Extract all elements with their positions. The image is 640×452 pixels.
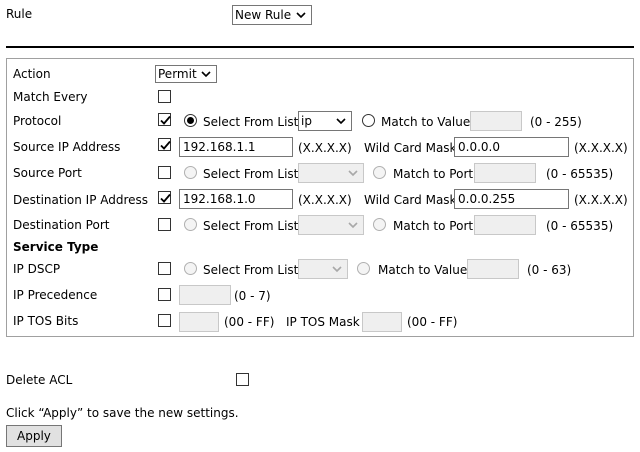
- source-port-match-to-port-label: Match to Port: [393, 167, 474, 181]
- checkmark-icon: [160, 115, 171, 125]
- chevron-down-icon: [201, 71, 211, 78]
- source-port-input[interactable]: [474, 163, 536, 183]
- source-ip-format: (X.X.X.X): [298, 141, 352, 155]
- apply-button[interactable]: Apply: [6, 425, 62, 447]
- ip-tos-mask-label: IP TOS Mask: [286, 315, 360, 329]
- chevron-down-icon: [332, 266, 342, 273]
- dest-ip-mask-format: (X.X.X.X): [574, 193, 628, 207]
- chevron-down-icon: [336, 118, 346, 125]
- protocol-checkbox[interactable]: [158, 113, 171, 126]
- ip-dscp-match-to-value-label: Match to Value: [378, 263, 468, 277]
- ip-dscp-checkbox[interactable]: [158, 262, 171, 275]
- dest-port-input[interactable]: [474, 215, 536, 235]
- ip-tos-bits-checkbox[interactable]: [158, 314, 171, 327]
- protocol-match-to-value-radio[interactable]: [362, 114, 375, 127]
- ip-tos-bits-range: (00 - FF): [224, 315, 275, 329]
- service-type-heading: Service Type: [13, 240, 99, 254]
- dest-ip-mask-label: Wild Card Mask: [364, 193, 457, 207]
- ip-tos-mask-input[interactable]: [362, 312, 402, 332]
- ip-precedence-range: (0 - 7): [234, 289, 271, 303]
- chevron-down-icon: [348, 222, 358, 229]
- protocol-list-value: ip: [301, 114, 312, 128]
- protocol-value-input[interactable]: [470, 111, 522, 131]
- action-label: Action: [13, 67, 51, 81]
- checkmark-icon: [160, 140, 171, 150]
- protocol-range: (0 - 255): [530, 115, 582, 129]
- ip-precedence-label: IP Precedence: [13, 288, 98, 302]
- ip-dscp-value-input[interactable]: [467, 259, 519, 279]
- source-port-list-select[interactable]: [298, 163, 364, 183]
- chevron-down-icon: [296, 12, 306, 19]
- ip-dscp-range: (0 - 63): [527, 263, 572, 277]
- apply-hint: Click “Apply” to save the new settings.: [6, 406, 239, 420]
- source-port-range: (0 - 65535): [546, 167, 614, 181]
- action-select[interactable]: Permit: [155, 65, 217, 83]
- ip-dscp-select-from-list-label: Select From List: [203, 263, 299, 277]
- ip-precedence-checkbox[interactable]: [158, 288, 171, 301]
- ip-dscp-list-select[interactable]: [298, 259, 348, 279]
- source-ip-input[interactable]: [179, 137, 293, 157]
- dest-port-select-from-list-radio[interactable]: [184, 218, 197, 231]
- source-port-checkbox[interactable]: [158, 166, 171, 179]
- ip-tos-bits-label: IP TOS Bits: [13, 314, 79, 328]
- delete-acl-checkbox[interactable]: [236, 373, 249, 386]
- protocol-match-to-value-label: Match to Value: [381, 115, 471, 129]
- dest-port-match-to-port-radio[interactable]: [373, 218, 386, 231]
- protocol-list-select[interactable]: ip: [298, 111, 352, 131]
- chevron-down-icon: [348, 170, 358, 177]
- action-select-value: Permit: [158, 67, 197, 81]
- source-ip-mask-format: (X.X.X.X): [574, 141, 628, 155]
- protocol-select-from-list-radio[interactable]: [184, 114, 197, 127]
- source-port-select-from-list-label: Select From List: [203, 167, 299, 181]
- rule-select[interactable]: New Rule: [232, 5, 312, 25]
- dest-ip-format: (X.X.X.X): [298, 193, 352, 207]
- delete-acl-label: Delete ACL: [6, 373, 73, 387]
- checkmark-icon: [160, 193, 171, 203]
- source-ip-mask-input[interactable]: [454, 137, 569, 157]
- ip-precedence-input[interactable]: [179, 285, 231, 305]
- dest-ip-input[interactable]: [179, 189, 293, 209]
- dest-port-select-from-list-label: Select From List: [203, 219, 299, 233]
- dest-port-label: Destination Port: [13, 218, 110, 232]
- source-ip-checkbox[interactable]: [158, 138, 171, 151]
- ip-dscp-label: IP DSCP: [13, 262, 61, 276]
- source-ip-label: Source IP Address: [13, 140, 121, 154]
- rule-label: Rule: [6, 7, 33, 21]
- source-port-match-to-port-radio[interactable]: [373, 166, 386, 179]
- protocol-label: Protocol: [13, 114, 62, 128]
- rule-select-value: New Rule: [235, 8, 292, 22]
- ip-dscp-match-to-value-radio[interactable]: [357, 262, 370, 275]
- dest-ip-label: Destination IP Address: [13, 193, 149, 207]
- ip-tos-bits-input[interactable]: [179, 312, 219, 332]
- ip-dscp-select-from-list-radio[interactable]: [184, 262, 197, 275]
- section-divider: [6, 46, 634, 48]
- match-every-checkbox[interactable]: [158, 90, 171, 103]
- source-port-select-from-list-radio[interactable]: [184, 166, 197, 179]
- dest-port-checkbox[interactable]: [158, 218, 171, 231]
- source-ip-mask-label: Wild Card Mask: [364, 141, 457, 155]
- ip-tos-mask-range: (00 - FF): [407, 315, 458, 329]
- dest-ip-checkbox[interactable]: [158, 191, 171, 204]
- dest-port-match-to-port-label: Match to Port: [393, 219, 474, 233]
- match-every-label: Match Every: [13, 90, 88, 104]
- dest-port-range: (0 - 65535): [546, 219, 614, 233]
- source-port-label: Source Port: [13, 166, 82, 180]
- protocol-select-from-list-label: Select From List: [203, 115, 299, 129]
- dest-port-list-select[interactable]: [298, 215, 364, 235]
- dest-ip-mask-input[interactable]: [454, 189, 569, 209]
